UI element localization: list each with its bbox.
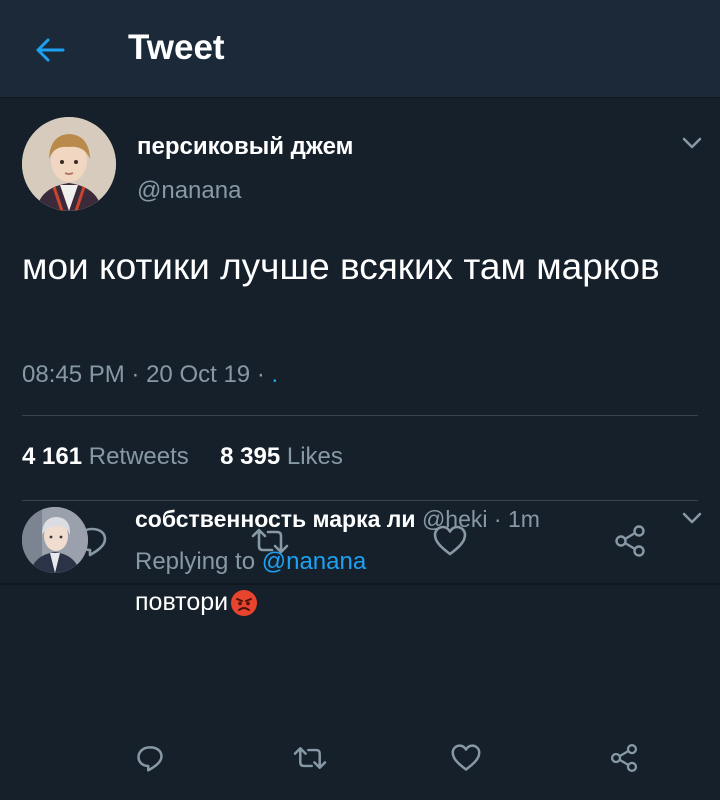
replying-prefix: Replying to	[135, 548, 256, 575]
reply-display-name[interactable]: собственность марка ли	[135, 506, 416, 532]
mention-link[interactable]: @nanana	[262, 548, 366, 575]
author-handle[interactable]: @nanana	[137, 177, 241, 205]
like-button[interactable]	[446, 738, 486, 778]
share-button[interactable]	[610, 521, 650, 561]
chevron-down-icon	[682, 137, 702, 149]
avatar[interactable]	[22, 507, 88, 573]
author-display-name[interactable]: персиковый джем	[137, 133, 353, 161]
tweet-menu-button[interactable]	[678, 133, 706, 153]
reply-text-content: повтори	[135, 588, 229, 616]
tweet-date: 20 Oct 19	[146, 361, 251, 388]
separator: ·	[493, 506, 502, 532]
angry-face-emoji	[231, 589, 258, 616]
share-icon	[615, 525, 645, 557]
top-bar: Tweet	[0, 0, 720, 98]
reply-time: 1m	[507, 506, 540, 532]
divider	[22, 415, 698, 416]
reply-author: собственность марка ли @heki · 1m	[135, 506, 540, 533]
avatar[interactable]	[22, 117, 116, 211]
retweets-label: Retweets	[88, 443, 189, 470]
reply-text: повтори	[135, 588, 258, 617]
page-title: Tweet	[128, 28, 225, 67]
reply-icon	[137, 746, 163, 772]
like-icon	[451, 744, 481, 771]
tweet-timestamp: 08:45 PM · 20 Oct 19 · .	[22, 361, 278, 389]
separator: ·	[256, 361, 272, 388]
reply-button[interactable]	[130, 738, 170, 778]
likes-stat[interactable]: 8 395 Likes	[220, 443, 343, 470]
tweet-stats: 4 161 Retweets 8 395 Likes	[22, 443, 343, 471]
reply-menu-button[interactable]	[678, 508, 706, 528]
divider	[22, 500, 698, 501]
replying-to: Replying to @nanana	[135, 548, 366, 576]
retweets-count: 4 161	[22, 443, 83, 470]
reply-handle[interactable]: @heki	[422, 506, 488, 532]
tweet-text: мои котики лучше всяких там марков	[22, 246, 660, 287]
arrow-left-icon	[36, 38, 65, 62]
chevron-down-icon	[682, 512, 702, 524]
avatar-image	[22, 117, 116, 211]
separator: ·	[131, 361, 147, 388]
back-button[interactable]	[30, 30, 70, 70]
retweet-button[interactable]	[290, 738, 330, 778]
avatar-image	[22, 507, 88, 573]
likes-label: Likes	[286, 443, 343, 470]
retweet-icon	[293, 747, 327, 769]
tweet-time: 08:45 PM	[22, 361, 125, 388]
divider	[0, 583, 720, 585]
tweet-source-link[interactable]: .	[271, 361, 278, 388]
share-icon	[610, 744, 638, 772]
retweets-stat[interactable]: 4 161 Retweets	[22, 443, 195, 470]
likes-count: 8 395	[220, 443, 281, 470]
share-button[interactable]	[604, 738, 644, 778]
